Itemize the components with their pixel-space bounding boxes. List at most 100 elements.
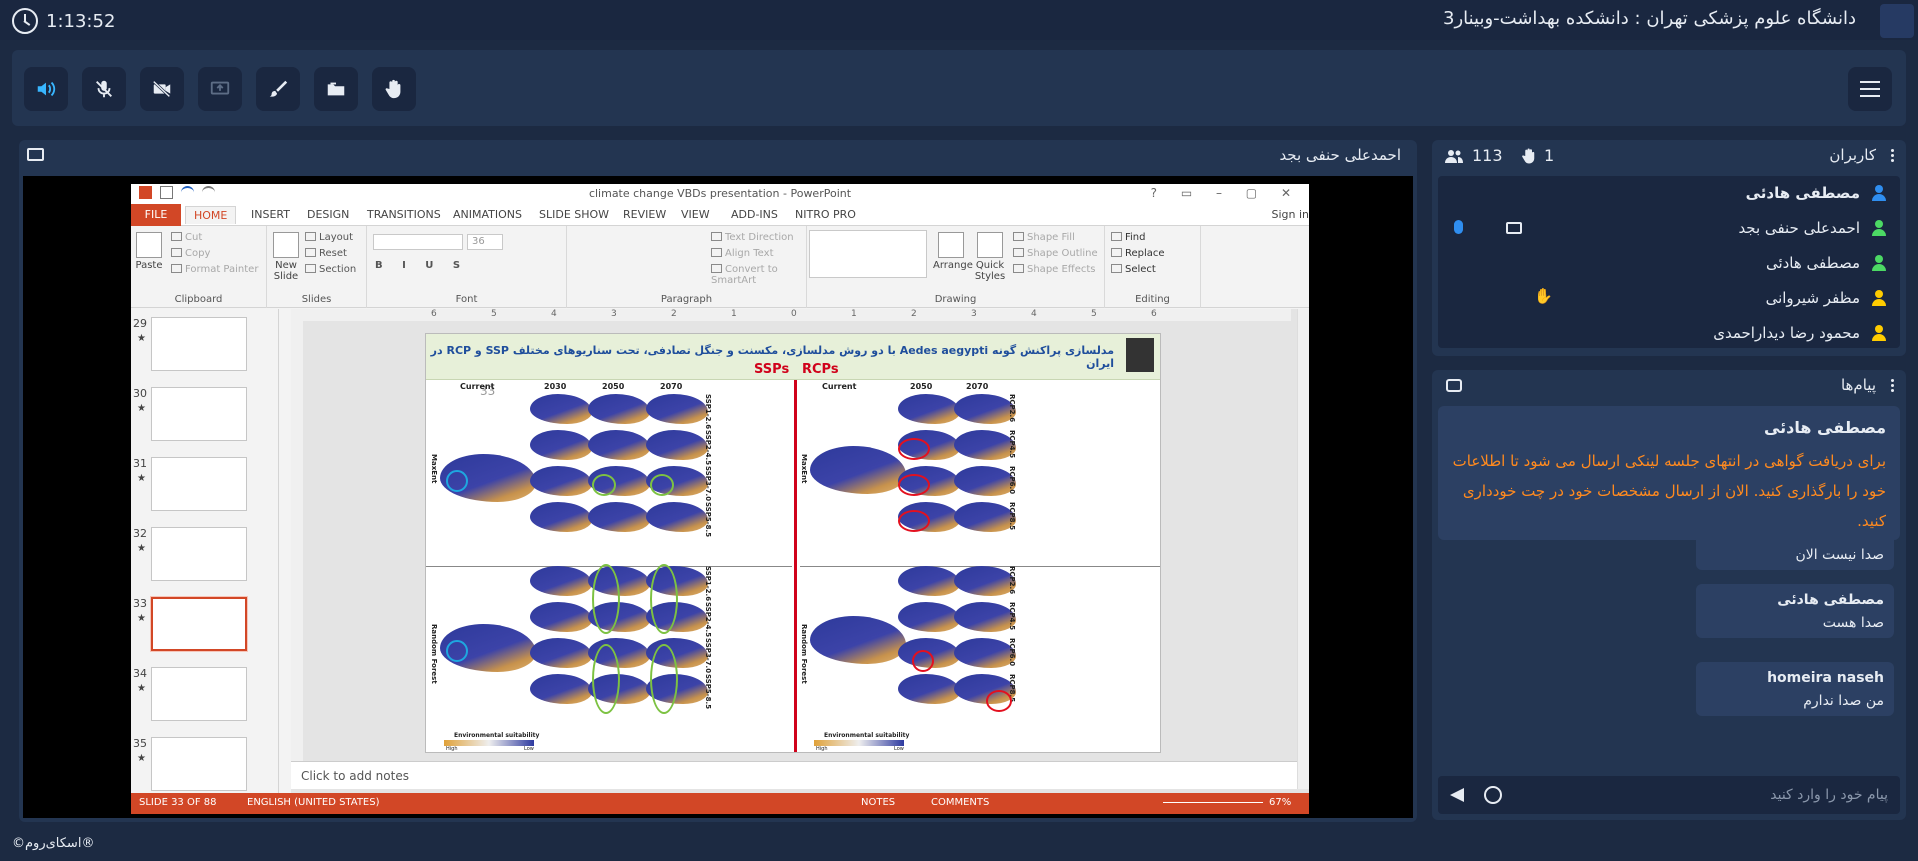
current-map: [810, 616, 906, 664]
layout-label: Layout: [319, 232, 353, 243]
message-text: صدا هست: [1822, 615, 1884, 631]
ruler-tick: 0: [791, 309, 797, 319]
ruler-tick: 3: [611, 309, 617, 319]
shape-outline-button[interactable]: Shape Outline: [1013, 248, 1098, 259]
paint-bucket-icon: [1013, 232, 1024, 241]
font-size-select[interactable]: 36: [467, 234, 503, 250]
editor-scrollbar[interactable]: [1297, 309, 1309, 789]
message-author: مصطفی هادئی: [1777, 592, 1884, 608]
brand-footer: ©اسکای‌روم®: [12, 836, 95, 851]
brush-icon: [171, 264, 182, 273]
new-slide-button[interactable]: New Slide: [271, 232, 301, 282]
comments-toggle[interactable]: COMMENTS: [931, 797, 989, 808]
thumbnail-number: 29: [133, 317, 147, 330]
arrange-button[interactable]: Arrange: [933, 232, 973, 271]
copy-button[interactable]: Copy: [171, 248, 210, 259]
zoom-slider[interactable]: [1163, 802, 1263, 803]
user-row[interactable]: محمود رضا دیداراحمدی: [1438, 316, 1900, 348]
highlight-circle: [898, 438, 930, 460]
text-direction-button[interactable]: Text Direction: [711, 232, 794, 243]
raise-hand-icon: ✋: [1534, 287, 1553, 305]
camera-button[interactable]: [140, 67, 184, 111]
shape-fill-button[interactable]: Shape Fill: [1013, 232, 1075, 243]
select-label: Select: [1125, 264, 1156, 275]
tab-view[interactable]: VIEW: [681, 208, 710, 221]
quick-styles-button[interactable]: Quick Styles: [973, 232, 1007, 282]
highlight-circle: [912, 650, 934, 672]
layout-icon: [305, 232, 316, 241]
font-style-buttons[interactable]: B I U S: [375, 260, 468, 271]
slide-thumbnail[interactable]: [151, 667, 247, 721]
ruler-tick: 2: [671, 309, 677, 319]
microphone-button[interactable]: [82, 67, 126, 111]
section-label: Section: [319, 264, 357, 275]
tab-insert[interactable]: INSERT: [251, 208, 290, 221]
paste-button[interactable]: Paste: [135, 232, 163, 271]
screen-share-icon[interactable]: [27, 148, 44, 161]
speaker-button[interactable]: [24, 67, 68, 111]
tab-animations[interactable]: ANIMATIONS: [453, 208, 522, 221]
users-menu-icon[interactable]: [1891, 149, 1894, 163]
tab-nitro-pro[interactable]: NITRO PRO: [795, 208, 856, 221]
section-button[interactable]: Section: [305, 264, 356, 275]
whiteboard-button[interactable]: [256, 67, 300, 111]
notes-pane[interactable]: Click to add notes: [291, 761, 1297, 789]
message-text: صدا نیست الان: [1795, 547, 1884, 563]
shape-effects-button[interactable]: Shape Effects: [1013, 264, 1095, 275]
message-bubble: homeira naseh من صدا ندارم: [1696, 662, 1894, 716]
microphone-icon[interactable]: [1454, 220, 1463, 234]
legend-low-right: Low: [894, 746, 904, 752]
highlight-circle: [650, 564, 678, 634]
cut-button[interactable]: Cut: [171, 232, 202, 243]
current-slide[interactable]: مدلسازی پراکنش گونه Aedes aegypti با دو …: [425, 333, 1161, 753]
font-family-select[interactable]: [373, 234, 463, 250]
star-icon: ★: [137, 403, 146, 414]
convert-smartart-button[interactable]: Convert to SmartArt: [711, 264, 806, 286]
messages-menu-icon[interactable]: [1891, 379, 1894, 393]
shapes-gallery[interactable]: [809, 230, 927, 278]
user-row[interactable]: مظفر شیروانی ✋: [1438, 281, 1900, 316]
emoji-icon[interactable]: [1484, 786, 1502, 804]
projection-map: [530, 602, 592, 632]
find-button[interactable]: Find: [1111, 232, 1146, 243]
slide-thumbnail[interactable]: [151, 387, 247, 441]
slide-thumbnail[interactable]: [151, 527, 247, 581]
screen-share-button[interactable]: [198, 67, 242, 111]
files-button[interactable]: [314, 67, 358, 111]
user-row[interactable]: مصطفی هادئی: [1438, 176, 1900, 211]
replace-button[interactable]: Replace: [1111, 248, 1165, 259]
tab-file[interactable]: FILE: [131, 204, 181, 226]
slide-thumbnail[interactable]: [151, 457, 247, 511]
user-name: احمدعلی حنفی بجد: [1738, 219, 1860, 237]
select-button[interactable]: Select: [1111, 264, 1156, 275]
message-input[interactable]: [1528, 784, 1888, 806]
slide-logo: [1126, 338, 1154, 372]
user-row[interactable]: احمدعلی حنفی بجد: [1438, 211, 1900, 246]
align-text-button[interactable]: Align Text: [711, 248, 774, 259]
notes-toggle[interactable]: NOTES: [861, 797, 895, 808]
tab-add-ins[interactable]: ADD-INS: [731, 208, 778, 221]
tab-design[interactable]: DESIGN: [307, 208, 349, 221]
raise-hand-button[interactable]: [372, 67, 416, 111]
send-icon[interactable]: [1450, 788, 1464, 802]
legend-low-left: Low: [524, 746, 534, 752]
column-header: Current: [822, 382, 857, 391]
slide-thumbnail[interactable]: [150, 596, 248, 652]
screen-share-icon[interactable]: [1506, 222, 1522, 234]
slide-thumbnail[interactable]: [151, 317, 247, 371]
session-timer: 1:13:52: [12, 8, 115, 34]
pinned-message: مصطفی هادئی برای دریافت گواهی در انتهای …: [1438, 406, 1900, 540]
format-painter-button[interactable]: Format Painter: [171, 264, 258, 275]
reset-button[interactable]: Reset: [305, 248, 347, 259]
slide-thumbnail[interactable]: [151, 737, 247, 791]
main-menu-button[interactable]: [1848, 67, 1892, 111]
highlight-circle: [446, 640, 468, 662]
sign-in-link[interactable]: Sign in: [1271, 208, 1309, 221]
tab-home[interactable]: HOME: [185, 206, 237, 224]
layout-button[interactable]: Layout: [305, 232, 353, 243]
tab-transitions[interactable]: TRANSITIONS: [367, 208, 441, 221]
tab-review[interactable]: REVIEW: [623, 208, 666, 221]
tab-slide-show[interactable]: SLIDE SHOW: [539, 208, 609, 221]
highlight-circle: [592, 644, 620, 714]
user-row[interactable]: مصطفی هادئی: [1438, 246, 1900, 281]
